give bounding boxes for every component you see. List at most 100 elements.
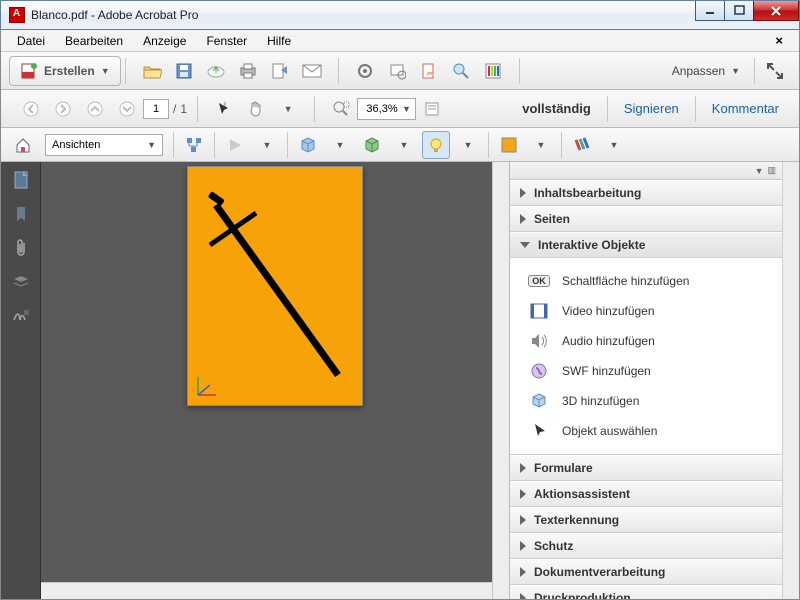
menu-file[interactable]: Datei — [7, 31, 55, 51]
color-bars-icon — [484, 62, 502, 80]
section-action-wizard[interactable]: Aktionsassistent — [510, 481, 782, 506]
section-print-production[interactable]: Druckproduktion — [510, 585, 782, 599]
expand-icon — [520, 214, 526, 224]
select-tool-button[interactable] — [210, 95, 238, 123]
document-viewport[interactable] — [41, 162, 509, 599]
zoom-combo[interactable]: ▼ — [357, 98, 416, 120]
section-forms[interactable]: Formulare — [510, 455, 782, 480]
section-interactive-objects[interactable]: Interaktive Objekte — [510, 232, 782, 257]
page-number-input[interactable] — [143, 99, 169, 119]
cube-icon — [299, 136, 317, 154]
tool-dropdown[interactable]: ▼ — [274, 95, 302, 123]
customize-button[interactable]: Anpassen ▼ — [664, 57, 748, 85]
panel-menu-icon[interactable]: ▼ — [755, 166, 764, 176]
play-button[interactable] — [221, 131, 249, 159]
cube-dropdown[interactable]: ▼ — [326, 131, 354, 159]
light-button[interactable] — [422, 131, 450, 159]
green-cube-button[interactable] — [358, 131, 386, 159]
cloud-upload-icon — [206, 63, 226, 79]
horizontal-scrollbar[interactable] — [41, 582, 492, 599]
share-button[interactable] — [266, 57, 294, 85]
panel-scrollbar[interactable] — [782, 162, 799, 599]
layers-button[interactable] — [11, 272, 31, 292]
window-minimize-button[interactable] — [695, 1, 725, 21]
doc-props-button[interactable] — [415, 57, 443, 85]
toolbar-3d: Ansichten ▼ ▼ ▼ ▼ ▼ ▼ ▼ — [1, 128, 799, 162]
zoom-tool-button[interactable] — [327, 95, 355, 123]
printer-gear-icon — [388, 62, 406, 80]
color-swatch-icon — [501, 137, 517, 153]
model-tree-button[interactable] — [180, 131, 208, 159]
section-content-editing[interactable]: Inhaltsbearbeitung — [510, 180, 782, 205]
spectrum-button[interactable] — [479, 57, 507, 85]
open-button[interactable] — [138, 57, 166, 85]
film-icon — [528, 302, 550, 320]
fullscreen-button[interactable] — [761, 57, 789, 85]
email-button[interactable] — [298, 57, 326, 85]
3d-cube-button[interactable] — [294, 131, 322, 159]
menu-bar: Datei Bearbeiten Anzeige Fenster Hilfe × — [1, 30, 799, 52]
window-close-button[interactable] — [753, 1, 799, 21]
create-button[interactable]: Erstellen ▼ — [9, 56, 121, 86]
attachments-button[interactable] — [11, 238, 31, 258]
zoom-dropdown-button[interactable] — [418, 95, 446, 123]
cloud-button[interactable] — [202, 57, 230, 85]
slices-icon — [573, 136, 591, 154]
action-add-button[interactable]: OK Schaltfläche hinzufügen — [510, 266, 782, 296]
print-setup-button[interactable] — [383, 57, 411, 85]
toolbar-navigation: / 1 ▼ ▼ vollständig Signieren Kommentar — [1, 90, 799, 128]
panel-options-icon[interactable]: ▥ — [767, 165, 776, 176]
hand-icon — [247, 100, 265, 118]
action-add-swf[interactable]: SWF hinzufügen — [510, 356, 782, 386]
action-select-object[interactable]: Objekt auswählen — [510, 416, 782, 446]
expand-icon — [520, 515, 526, 525]
signature-icon — [12, 308, 30, 324]
document-star-icon — [420, 62, 438, 80]
home-button[interactable] — [9, 131, 37, 159]
thumbnails-button[interactable] — [11, 170, 31, 190]
menu-window[interactable]: Fenster — [196, 31, 257, 51]
vertical-scrollbar[interactable] — [492, 162, 509, 599]
section-pages[interactable]: Seiten — [510, 206, 782, 231]
background-color-button[interactable] — [495, 131, 523, 159]
comment-pane-button[interactable]: Kommentar — [700, 101, 791, 116]
floppy-disk-icon — [175, 62, 193, 80]
light-dropdown[interactable]: ▼ — [454, 131, 482, 159]
tools-pane-button[interactable]: vollständig — [510, 101, 603, 116]
color-dropdown[interactable]: ▼ — [527, 131, 555, 159]
print-button[interactable] — [234, 57, 262, 85]
action-add-3d[interactable]: 3D hinzufügen — [510, 386, 782, 416]
settings-button[interactable] — [351, 57, 379, 85]
section-protection[interactable]: Schutz — [510, 533, 782, 558]
expand-icon — [520, 593, 526, 599]
section-text-recognition[interactable]: Texterkennung — [510, 507, 782, 532]
green-cube-dropdown[interactable]: ▼ — [390, 131, 418, 159]
pdf-page[interactable] — [187, 166, 363, 406]
sign-pane-button[interactable]: Signieren — [612, 101, 691, 116]
scroll-up-button[interactable] — [81, 95, 109, 123]
scroll-down-button[interactable] — [113, 95, 141, 123]
save-button[interactable] — [170, 57, 198, 85]
expand-icon — [766, 62, 784, 80]
section-document-processing[interactable]: Dokumentverarbeitung — [510, 559, 782, 584]
next-page-button[interactable] — [49, 95, 77, 123]
window-maximize-button[interactable] — [724, 1, 754, 21]
page-separator: / — [173, 102, 176, 116]
search-button[interactable] — [447, 57, 475, 85]
menu-view[interactable]: Anzeige — [133, 31, 196, 51]
bookmarks-button[interactable] — [11, 204, 31, 224]
hand-tool-button[interactable] — [242, 95, 270, 123]
action-add-audio[interactable]: Audio hinzufügen — [510, 326, 782, 356]
tree-icon — [185, 136, 203, 154]
cross-dropdown[interactable]: ▼ — [600, 131, 628, 159]
cross-section-button[interactable] — [568, 131, 596, 159]
play-dropdown[interactable]: ▼ — [253, 131, 281, 159]
action-add-video[interactable]: Video hinzufügen — [510, 296, 782, 326]
menu-help[interactable]: Hilfe — [257, 31, 301, 51]
menu-edit[interactable]: Bearbeiten — [55, 31, 133, 51]
menubar-close-icon[interactable]: × — [765, 30, 793, 51]
first-page-button[interactable] — [17, 95, 45, 123]
signatures-button[interactable] — [11, 306, 31, 326]
zoom-input[interactable] — [362, 103, 402, 115]
views-combo[interactable]: Ansichten ▼ — [45, 134, 163, 156]
